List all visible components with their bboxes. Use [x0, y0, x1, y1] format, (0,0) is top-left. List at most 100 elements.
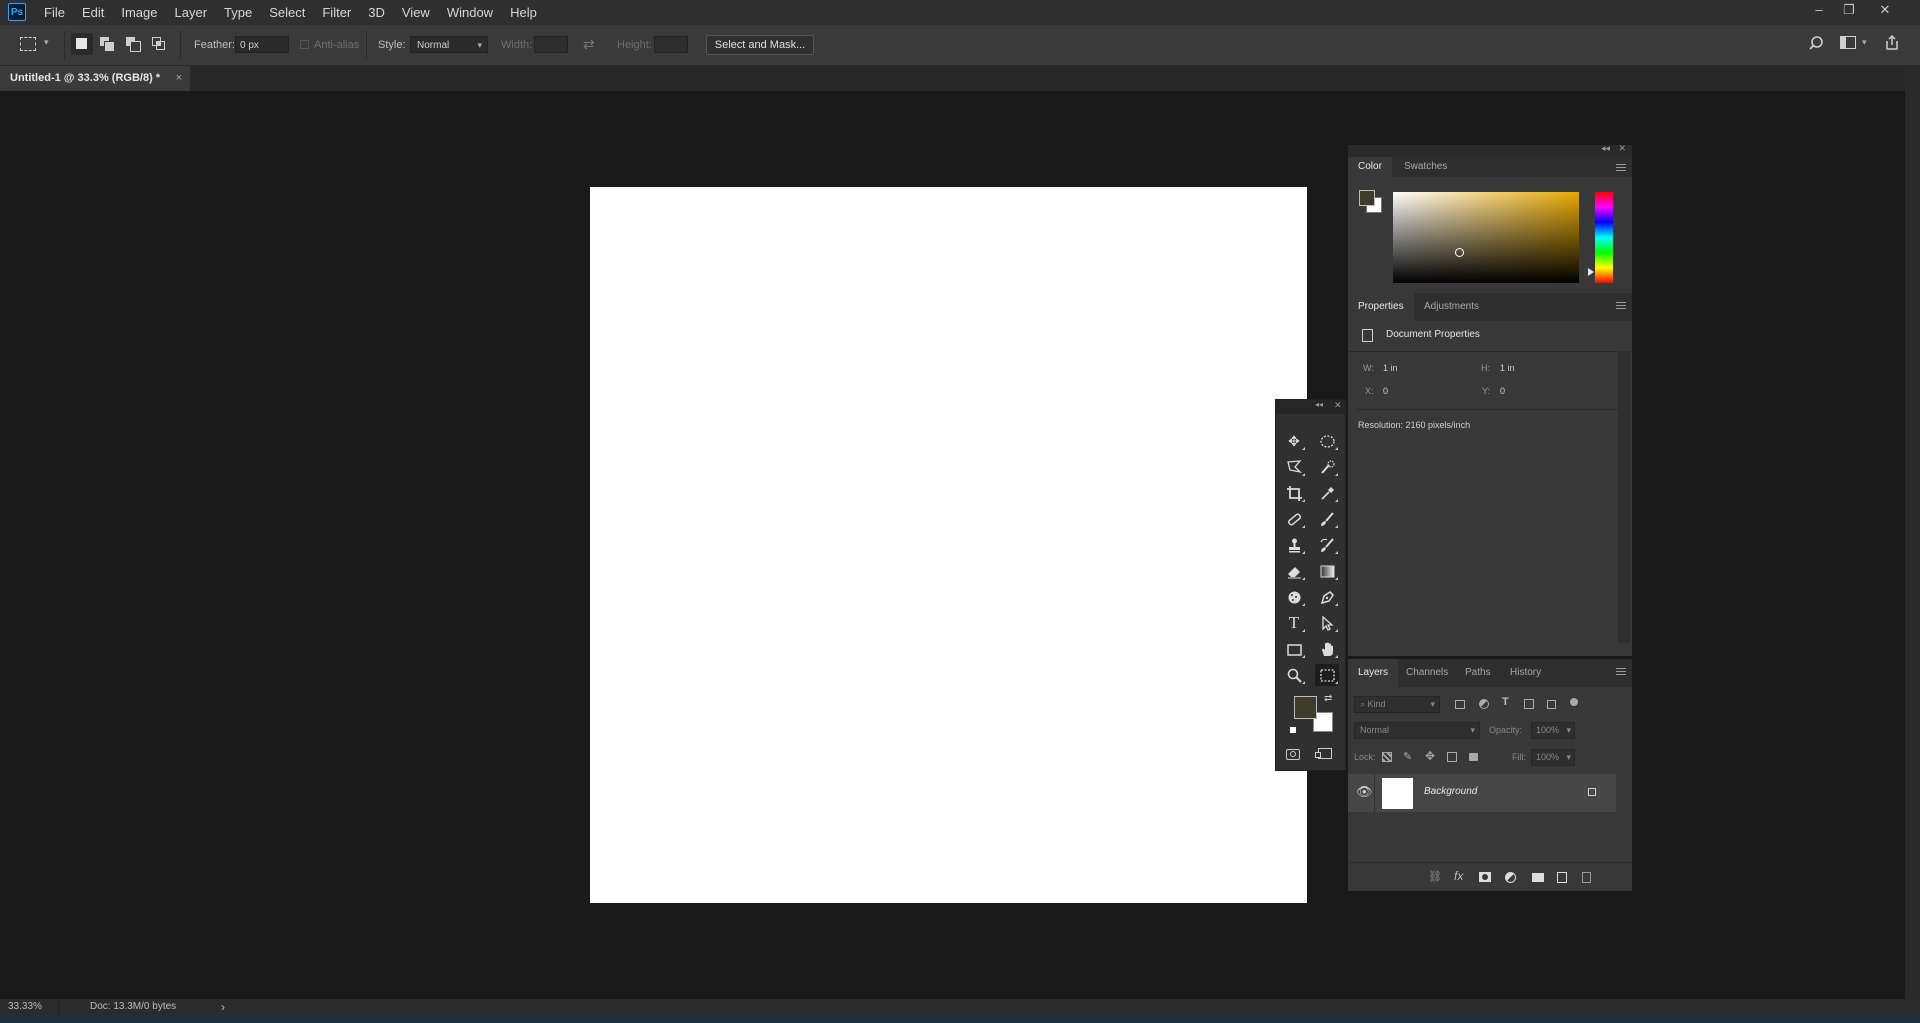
folder-icon[interactable]	[1532, 873, 1544, 882]
tab-adjustments[interactable]: Adjustments	[1414, 293, 1489, 321]
fx-icon[interactable]: fx	[1454, 869, 1463, 883]
elliptical-marquee-tool-icon[interactable]	[1315, 430, 1339, 452]
move-tool-icon[interactable]: ✥	[1282, 430, 1306, 452]
height-input[interactable]	[654, 36, 688, 53]
shape-filter-icon[interactable]	[1524, 699, 1534, 709]
menu-help[interactable]: Help	[510, 0, 545, 25]
tab-history[interactable]: History	[1500, 659, 1551, 687]
style-select[interactable]: Normal ▾	[410, 36, 488, 53]
close-icon[interactable]: ✕	[1334, 400, 1342, 411]
search-icon[interactable]	[1808, 35, 1825, 55]
menu-window[interactable]: Window	[447, 0, 501, 25]
adjustment-layer-icon[interactable]	[1505, 872, 1516, 883]
subtract-from-selection-button[interactable]	[126, 37, 141, 52]
lock-position-icon[interactable]: ✥	[1425, 749, 1435, 763]
lock-pixels-icon[interactable]: ✎	[1403, 750, 1412, 763]
gradient-tool-icon[interactable]	[1315, 560, 1339, 582]
intersect-selection-button[interactable]	[152, 37, 166, 51]
quick-selection-tool-icon[interactable]	[1315, 456, 1339, 478]
tab-properties[interactable]: Properties	[1348, 293, 1414, 321]
layer-mask-icon[interactable]	[1479, 872, 1491, 882]
layer-kind-filter[interactable]: ⌕ Kind ▾	[1354, 696, 1440, 713]
document-tab[interactable]: Untitled-1 @ 33.3% (RGB/8) * ×	[0, 66, 190, 91]
screen-mode-icon[interactable]	[1315, 748, 1332, 759]
close-window-button[interactable]: ✕	[1868, 0, 1902, 22]
smart-object-filter-icon[interactable]	[1547, 700, 1556, 709]
new-selection-button[interactable]	[71, 33, 93, 55]
brush-tool-icon[interactable]	[1315, 508, 1339, 530]
panel-menu-icon[interactable]	[1616, 666, 1626, 677]
status-menu-arrow[interactable]: ›	[221, 999, 225, 1015]
properties-scrollbar[interactable]	[1618, 351, 1630, 643]
link-layers-icon[interactable]: ⛓	[1428, 870, 1442, 883]
menu-filter[interactable]: Filter	[322, 0, 359, 25]
trash-icon[interactable]	[1582, 872, 1591, 883]
menu-edit[interactable]: Edit	[82, 0, 112, 25]
close-tab-icon[interactable]: ×	[176, 66, 182, 91]
tab-layers[interactable]: Layers	[1348, 659, 1399, 687]
share-icon[interactable]	[1884, 34, 1900, 54]
hue-slider-handle[interactable]	[1588, 268, 1594, 276]
menu-layer[interactable]: Layer	[175, 0, 216, 25]
lock-transparent-icon[interactable]	[1382, 752, 1392, 762]
workspace-icon[interactable]	[1840, 36, 1856, 49]
anti-alias-checkbox[interactable]	[300, 40, 309, 49]
x-value[interactable]: 0	[1383, 386, 1388, 396]
crop-tool-icon[interactable]	[1282, 482, 1306, 504]
quick-mask-icon[interactable]	[1286, 749, 1300, 760]
tab-swatches[interactable]: Swatches	[1394, 157, 1457, 177]
spot-healing-tool-icon[interactable]	[1282, 508, 1306, 530]
pixel-layer-filter-icon[interactable]	[1455, 700, 1465, 709]
default-colors-icon[interactable]	[1289, 726, 1297, 734]
feather-input[interactable]: 0 px	[235, 36, 289, 53]
zoom-tool-icon[interactable]	[1282, 664, 1306, 686]
add-to-selection-button[interactable]	[100, 37, 115, 52]
toolbox-foreground-color[interactable]	[1294, 696, 1317, 719]
lock-icon[interactable]	[1588, 788, 1596, 796]
restore-button[interactable]: ❐	[1832, 0, 1866, 22]
menu-image[interactable]: Image	[121, 0, 165, 25]
history-brush-tool-icon[interactable]	[1315, 534, 1339, 556]
lock-all-icon[interactable]	[1469, 753, 1478, 761]
rectangle-tool-icon[interactable]	[1282, 638, 1306, 660]
type-tool-icon[interactable]: T	[1282, 612, 1306, 634]
type-filter-icon[interactable]: T	[1502, 696, 1509, 708]
menu-type[interactable]: Type	[224, 0, 260, 25]
tab-paths[interactable]: Paths	[1455, 659, 1501, 687]
menu-file[interactable]: File	[44, 0, 73, 25]
filter-toggle-icon[interactable]	[1570, 698, 1578, 706]
y-value[interactable]: 0	[1500, 386, 1505, 396]
opacity-input[interactable]: 100% ▾	[1531, 722, 1575, 739]
adjustment-filter-icon[interactable]	[1479, 699, 1489, 709]
layer-row[interactable]: 👁 Background	[1348, 774, 1616, 812]
chevron-down-icon[interactable]: ▾	[1862, 37, 1867, 48]
color-picker-handle[interactable]	[1455, 248, 1464, 257]
tab-channels[interactable]: Channels	[1396, 659, 1458, 687]
clone-stamp-tool-icon[interactable]	[1282, 534, 1306, 556]
eye-icon[interactable]: 👁	[1356, 784, 1373, 800]
width-input[interactable]	[534, 36, 568, 53]
eyedropper-tool-icon[interactable]	[1315, 482, 1339, 504]
h-value[interactable]: 1 in	[1500, 363, 1515, 373]
swap-dimensions-icon[interactable]: ⇄	[583, 36, 595, 53]
collapse-icon[interactable]: ◂◂	[1315, 400, 1323, 409]
foreground-color-swatch[interactable]	[1359, 190, 1375, 206]
new-layer-icon[interactable]	[1557, 872, 1567, 883]
lock-artboard-icon[interactable]	[1447, 752, 1457, 762]
collapse-icon[interactable]: ◂◂	[1601, 143, 1610, 154]
rectangular-marquee-preset-icon[interactable]	[20, 37, 36, 51]
eraser-tool-icon[interactable]	[1282, 560, 1306, 582]
blend-mode-select[interactable]: Normal ▾	[1354, 722, 1480, 739]
swap-colors-icon[interactable]: ⇄	[1324, 693, 1332, 704]
color-field[interactable]	[1393, 192, 1579, 283]
panel-menu-icon[interactable]	[1616, 162, 1626, 173]
path-selection-tool-icon[interactable]	[1315, 612, 1339, 634]
close-icon[interactable]: ✕	[1618, 143, 1626, 154]
minimize-button[interactable]: –	[1802, 0, 1836, 22]
chevron-down-icon[interactable]: ▾	[44, 37, 49, 48]
menu-view[interactable]: View	[402, 0, 438, 25]
menu-select[interactable]: Select	[269, 0, 313, 25]
select-and-mask-button[interactable]: Select and Mask...	[706, 35, 814, 55]
tab-color[interactable]: Color	[1348, 157, 1392, 177]
rectangular-marquee-tool-icon[interactable]	[1315, 664, 1339, 686]
